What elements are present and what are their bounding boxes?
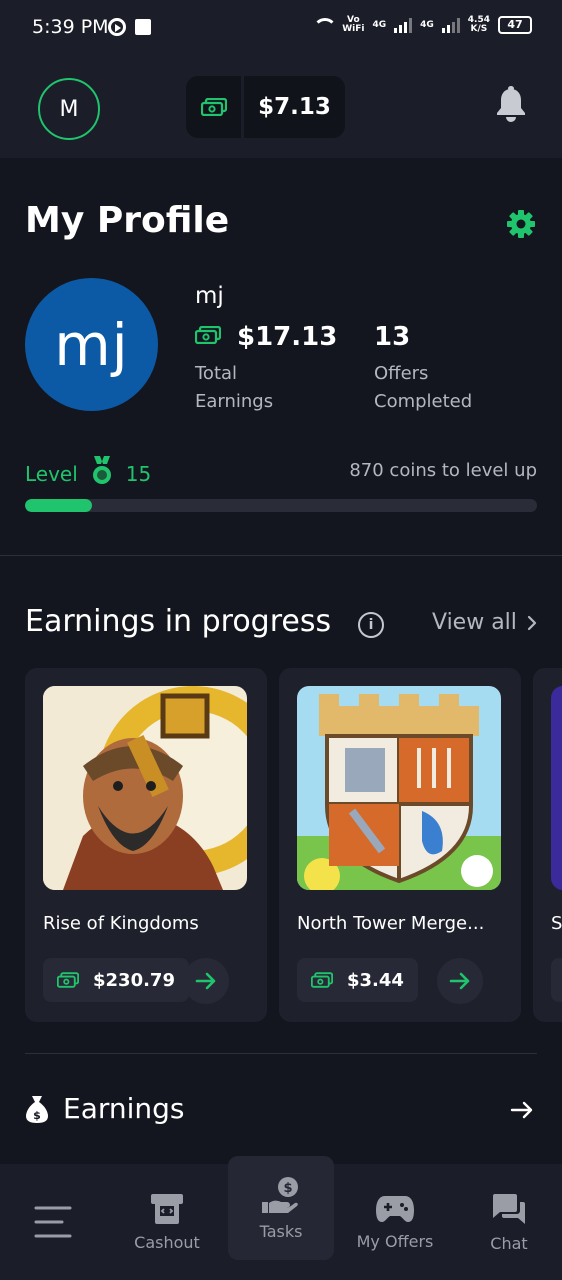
signal-2-icon (441, 17, 460, 33)
app-screen: 5:39 PM Vo WiFi 4G 4G 4.54 K/S 47 M $7.1… (0, 0, 562, 1280)
cashout-icon (151, 1193, 183, 1224)
info-icon[interactable]: i (358, 612, 384, 638)
signal-2-label: 4G (420, 19, 434, 30)
chat-icon (493, 1193, 525, 1224)
arrow-right-icon (195, 972, 216, 990)
wifi-icon (312, 16, 338, 34)
offer-card[interactable]: S (533, 668, 562, 1022)
offer-open-button[interactable] (437, 958, 483, 1004)
view-all-label: View all (432, 610, 517, 635)
notification-square-icon (135, 19, 151, 35)
section-divider (25, 1053, 537, 1054)
total-earnings-label: Total Earnings (195, 360, 273, 416)
username: mj (195, 283, 224, 309)
status-bar: 5:39 PM Vo WiFi 4G 4G 4.54 K/S 47 (0, 0, 562, 56)
earnings-in-progress-title: Earnings in progress (25, 604, 332, 639)
gamepad-icon (376, 1195, 414, 1222)
cash-icon (311, 972, 333, 988)
nav-cashout[interactable]: Cashout (113, 1164, 221, 1280)
svg-text:$: $ (33, 1109, 41, 1122)
rise-of-kingdoms-image (43, 686, 247, 890)
earnings-section-header[interactable]: $ Earnings (25, 1092, 185, 1125)
offer-open-button[interactable] (183, 958, 229, 1004)
view-all-link[interactable]: View all (432, 610, 537, 635)
medal-icon (90, 456, 114, 491)
total-earnings-value: $17.13 (237, 322, 338, 352)
earnings-title: Earnings (63, 1092, 185, 1125)
offer-name: S (551, 913, 562, 934)
money-bag-icon: $ (26, 1095, 48, 1123)
chevron-right-icon (527, 615, 537, 630)
nav-label: Cashout (134, 1232, 200, 1252)
offers-completed-value: 13 (374, 322, 411, 352)
level-value: 15 (125, 461, 152, 486)
page-title: My Profile (25, 200, 230, 241)
status-time: 5:39 PM (32, 16, 109, 38)
vowifi-bottom: WiFi (342, 24, 365, 34)
bell-icon[interactable] (494, 86, 528, 128)
gear-icon[interactable] (505, 208, 537, 244)
menu-icon (34, 1206, 72, 1238)
total-earnings-label-line1: Total (195, 363, 238, 384)
screen-record-icon (108, 18, 126, 36)
nav-tasks[interactable]: $ Tasks (227, 1156, 335, 1260)
offer-payout: $230.79 (43, 958, 189, 1002)
nav-label: Tasks (259, 1221, 303, 1241)
coins-to-level: 870 coins to level up (349, 460, 537, 481)
cash-icon (194, 325, 222, 348)
user-avatar-button[interactable]: M (38, 78, 100, 140)
status-indicators: Vo WiFi 4G 4G 4.54 K/S 47 (312, 16, 532, 34)
arrow-right-icon (449, 972, 470, 990)
total-earnings-label-line2: Earnings (195, 391, 274, 412)
offer-payout: $3.44 (297, 958, 418, 1002)
offer-payout-value: $230.79 (93, 969, 175, 991)
offer-name: Rise of Kingdoms (43, 913, 199, 934)
top-app-bar: M $7.13 (0, 56, 562, 158)
offer-image (551, 686, 562, 890)
arrow-right-icon[interactable] (510, 1100, 534, 1124)
vowifi-label: Vo WiFi (342, 16, 364, 34)
offer-name: North Tower Merge... (297, 913, 485, 934)
net-speed-unit: K/S (470, 24, 488, 34)
battery-icon: 47 (498, 16, 532, 34)
level-progress-bar (25, 499, 537, 512)
level-label: Level (25, 461, 78, 486)
bottom-navigation: Cashout $ Tasks My Offers Chat (0, 1156, 562, 1280)
offer-payout-value: $3.44 (347, 969, 404, 991)
nav-label: My Offers (356, 1231, 434, 1251)
signal-1-icon (394, 17, 413, 33)
offers-label-line1: Offers (374, 363, 429, 384)
total-earnings-row: $17.13 (194, 322, 338, 352)
balance-value: $7.13 (258, 94, 331, 120)
offers-completed-label: Offers Completed (374, 360, 472, 416)
offers-label-line2: Completed (374, 391, 473, 412)
signal-1-label: 4G (372, 19, 387, 30)
nav-menu[interactable] (0, 1164, 108, 1280)
nav-label: Chat (490, 1233, 528, 1253)
nav-chat[interactable]: Chat (455, 1164, 562, 1280)
nav-my-offers[interactable]: My Offers (341, 1164, 449, 1280)
offer-card[interactable]: Rise of Kingdoms $230.79 (25, 668, 267, 1022)
svg-text:$: $ (283, 1181, 292, 1196)
cash-icon (57, 972, 79, 988)
balance-pill[interactable]: $7.13 (186, 76, 345, 138)
level-progress-fill (25, 499, 92, 512)
offer-card[interactable]: North Tower Merge... $3.44 (279, 668, 521, 1022)
profile-picture: mj (25, 278, 158, 411)
offer-payout (551, 958, 562, 1002)
tasks-icon: $ (262, 1176, 298, 1213)
section-divider (0, 555, 562, 556)
cash-icon (186, 76, 244, 138)
level-indicator: Level 15 (25, 456, 151, 491)
north-tower-merge-image (297, 686, 501, 890)
net-speed: 4.54 K/S (468, 16, 490, 34)
